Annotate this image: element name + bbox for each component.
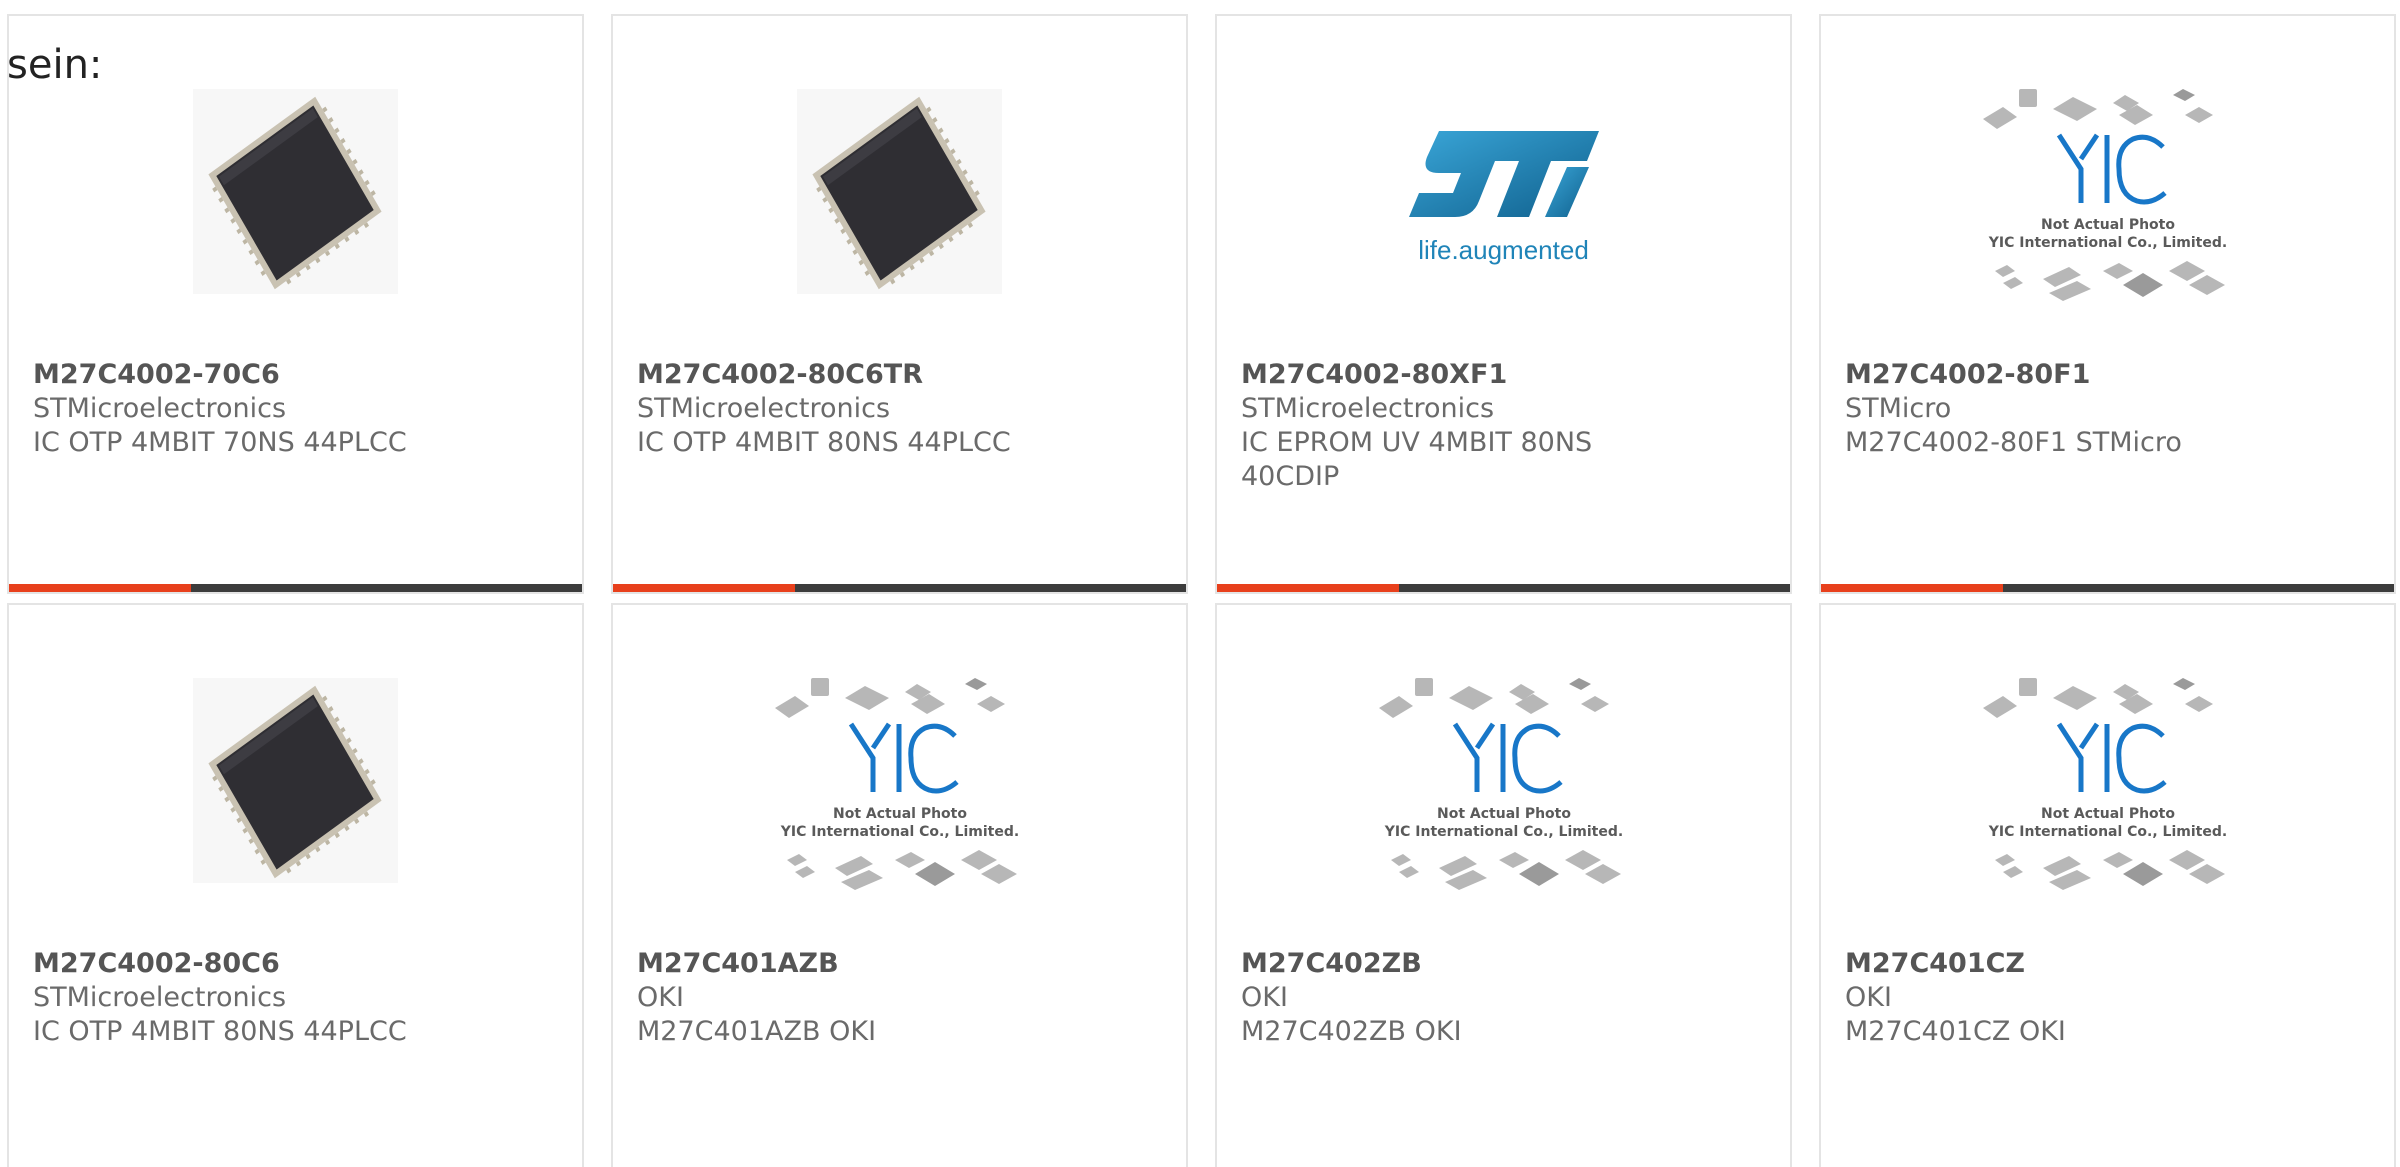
yic-placeholder-image: Not Actual Photo YIC International Co., … <box>774 678 1019 890</box>
product-card[interactable]: Not Actual Photo YIC International Co., … <box>1819 14 2396 594</box>
yic-line-2: YIC International Co., Limited. <box>779 824 1018 840</box>
yic-line-1: Not Actual Photo <box>2041 217 2175 233</box>
product-image[interactable] <box>613 86 1186 296</box>
product-description: IC EPROM UV 4MBIT 80NS 40CDIP <box>1241 427 1593 492</box>
product-info: M27C4002-80F1 STMicro M27C4002-80F1 STMi… <box>1845 358 2370 460</box>
product-card[interactable]: M27C4002-70C6 STMicroelectronics IC OTP … <box>7 14 584 594</box>
yic-line-1: Not Actual Photo <box>1437 806 1571 822</box>
manufacturer: STMicroelectronics <box>33 393 287 424</box>
part-number[interactable]: M27C4002-80F1 <box>1845 358 2370 392</box>
yic-line-2: YIC International Co., Limited. <box>1987 824 2226 840</box>
product-card[interactable]: Not Actual Photo YIC International Co., … <box>1819 603 2396 1167</box>
product-grid-page: sein: M27C4002-70C6 STMicroelectronics I… <box>0 0 2400 1167</box>
intro-text: sein: <box>7 42 103 88</box>
product-image[interactable]: Not Actual Photo YIC International Co., … <box>1821 86 2394 301</box>
product-image[interactable]: Not Actual Photo YIC International Co., … <box>613 675 1186 890</box>
card-accent-bar <box>1821 584 2003 592</box>
product-info: M27C402ZB OKI M27C402ZB OKI <box>1241 947 1766 1049</box>
card-accent-bar <box>1217 584 1399 592</box>
product-card[interactable]: M27C4002-80C6TR STMicroelectronics IC OT… <box>611 14 1188 594</box>
manufacturer: STMicroelectronics <box>1241 393 1495 424</box>
product-info: M27C401CZ OKI M27C401CZ OKI <box>1845 947 2370 1049</box>
manufacturer: OKI <box>1241 982 1288 1013</box>
product-card[interactable]: Not Actual Photo YIC International Co., … <box>1215 603 1792 1167</box>
product-image[interactable]: Not Actual Photo YIC International Co., … <box>1821 675 2394 890</box>
card-bottom-bar <box>613 584 1186 592</box>
plcc-chip-icon <box>193 677 398 883</box>
part-number[interactable]: M27C402ZB <box>1241 947 1766 981</box>
product-info: M27C4002-80C6TR STMicroelectronics IC OT… <box>637 358 1162 460</box>
product-description: IC OTP 4MBIT 70NS 44PLCC <box>33 427 407 458</box>
part-number[interactable]: M27C4002-80C6TR <box>637 358 1162 392</box>
card-bottom-bar <box>1821 584 2394 592</box>
product-info: M27C4002-80XF1 STMicroelectronics IC EPR… <box>1241 358 1766 494</box>
yic-placeholder-image: Not Actual Photo YIC International Co., … <box>1378 678 1623 890</box>
manufacturer: OKI <box>637 982 684 1013</box>
part-number[interactable]: M27C4002-80XF1 <box>1241 358 1766 392</box>
yic-placeholder-image: Not Actual Photo YIC International Co., … <box>1982 678 2227 890</box>
product-image[interactable] <box>9 675 582 885</box>
product-image[interactable]: life.augmented <box>1217 86 1790 296</box>
plcc-chip-icon <box>797 88 1002 294</box>
card-bottom-bar <box>1217 584 1790 592</box>
product-info: M27C4002-70C6 STMicroelectronics IC OTP … <box>33 358 558 460</box>
product-description: M27C401CZ OKI <box>1845 1016 2066 1047</box>
part-number[interactable]: M27C4002-70C6 <box>33 358 558 392</box>
card-accent-bar <box>9 584 191 592</box>
product-card[interactable]: Not Actual Photo YIC International Co., … <box>611 603 1188 1167</box>
product-description: IC OTP 4MBIT 80NS 44PLCC <box>637 427 1011 458</box>
yic-line-2: YIC International Co., Limited. <box>1987 235 2226 251</box>
plcc-chip-icon <box>193 88 398 294</box>
product-info: M27C401AZB OKI M27C401AZB OKI <box>637 947 1162 1049</box>
manufacturer: OKI <box>1845 982 1892 1013</box>
card-bottom-bar <box>9 584 582 592</box>
product-description: M27C402ZB OKI <box>1241 1016 1462 1047</box>
part-number[interactable]: M27C401CZ <box>1845 947 2370 981</box>
product-image[interactable]: Not Actual Photo YIC International Co., … <box>1217 675 1790 890</box>
product-description: M27C4002-80F1 STMicro <box>1845 427 2182 458</box>
product-info: M27C4002-80C6 STMicroelectronics IC OTP … <box>33 947 558 1049</box>
manufacturer: STMicroelectronics <box>637 393 891 424</box>
st-logo-tagline: life.augmented <box>1418 235 1589 265</box>
yic-line-1: Not Actual Photo <box>2041 806 2175 822</box>
yic-line-1: Not Actual Photo <box>833 806 967 822</box>
product-description: IC OTP 4MBIT 80NS 44PLCC <box>33 1016 407 1047</box>
product-image[interactable] <box>9 86 582 296</box>
manufacturer: STMicroelectronics <box>33 982 287 1013</box>
part-number[interactable]: M27C401AZB <box>637 947 1162 981</box>
yic-placeholder-image: Not Actual Photo YIC International Co., … <box>1982 89 2227 301</box>
manufacturer: STMicro <box>1845 393 1952 424</box>
product-description: M27C401AZB OKI <box>637 1016 877 1047</box>
product-card[interactable]: life.augmented M27C4002-80XF1 STMicroele… <box>1215 14 1792 594</box>
part-number[interactable]: M27C4002-80C6 <box>33 947 558 981</box>
product-card[interactable]: M27C4002-80C6 STMicroelectronics IC OTP … <box>7 603 584 1167</box>
card-accent-bar <box>613 584 795 592</box>
yic-line-2: YIC International Co., Limited. <box>1383 824 1622 840</box>
